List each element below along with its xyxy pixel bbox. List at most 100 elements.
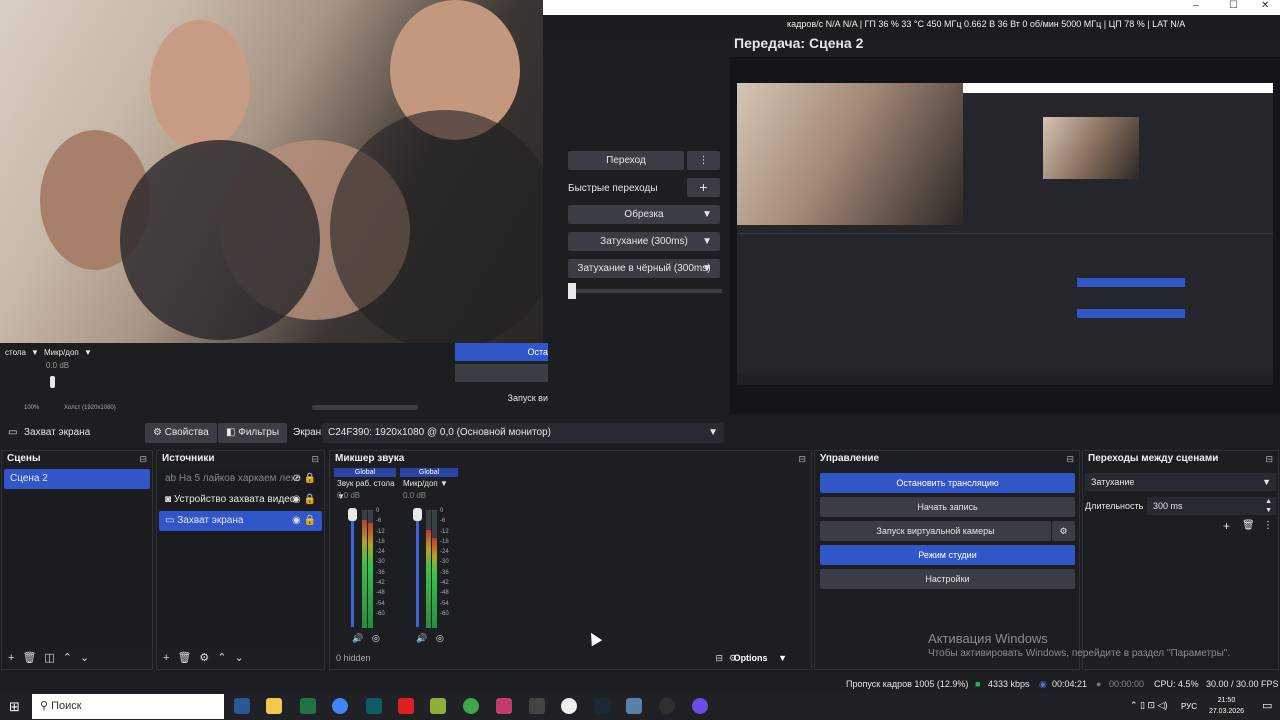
- filter-icon[interactable]: ◫: [44, 652, 54, 664]
- eye-hidden-icon[interactable]: ⊘ 🔒: [292, 469, 316, 489]
- speaker-icon[interactable]: 🔊: [416, 633, 427, 644]
- yandex-browser-icon[interactable]: [561, 698, 577, 714]
- tray-icons[interactable]: ⌃ ▯ ⊡ ◁): [1130, 700, 1167, 711]
- app-icon[interactable]: [430, 698, 446, 714]
- start-record-button[interactable]: Начать запись: [820, 497, 1075, 517]
- clock[interactable]: 21:50 27.03.2026: [1209, 695, 1244, 717]
- folder-icon[interactable]: [266, 698, 282, 714]
- gear-icon[interactable]: ⚙: [199, 652, 209, 664]
- app-icon[interactable]: [626, 698, 642, 714]
- add-icon[interactable]: +: [163, 652, 169, 664]
- broadcast-icon: ◉: [1039, 679, 1047, 689]
- arrow-up-icon[interactable]: ⌃: [217, 652, 226, 664]
- scale-tick: -42: [376, 580, 385, 587]
- chevron-down-icon: ▼: [440, 479, 448, 488]
- mini-fader[interactable]: [50, 376, 55, 388]
- notifications-icon[interactable]: ▭: [1262, 699, 1272, 712]
- volume-fader-knob[interactable]: [413, 508, 422, 521]
- add-icon[interactable]: +: [8, 652, 14, 664]
- filters-button[interactable]: ◧ Фильтры: [218, 423, 288, 443]
- windows-start-icon[interactable]: ⊞: [9, 699, 20, 715]
- source-item[interactable]: ◙ Устройство захвата видео ◉ 🔒: [159, 490, 322, 510]
- app-icon[interactable]: [496, 698, 512, 714]
- chevron-down-icon[interactable]: ▼: [31, 348, 39, 357]
- volume-fader[interactable]: [351, 514, 354, 627]
- scrollbar[interactable]: [312, 405, 418, 410]
- maximize-button[interactable]: ☐: [1229, 0, 1238, 11]
- volume-fader-knob[interactable]: [348, 508, 357, 521]
- headphones-icon[interactable]: ◎: [436, 633, 444, 644]
- mini-mixer-panel: стола ▼ Микр/доп ▼ 0.0 dB 100% Холст (19…: [0, 343, 550, 415]
- properties-button[interactable]: ⚙ Свойства: [145, 423, 217, 443]
- chrome-icon[interactable]: [332, 698, 348, 714]
- gear-icon[interactable]: ⚙: [1052, 521, 1075, 541]
- settings-icon[interactable]: [529, 698, 545, 714]
- obs-icon[interactable]: [659, 698, 675, 714]
- headphones-icon[interactable]: ◎: [372, 633, 380, 644]
- trash-icon[interactable]: 🗑: [177, 652, 191, 664]
- yandex-icon[interactable]: [398, 698, 414, 714]
- settings-button[interactable]: Настройки: [820, 569, 1075, 589]
- transition-slider[interactable]: [568, 289, 722, 293]
- volume-fader[interactable]: [416, 514, 419, 627]
- channel-name[interactable]: Звук раб. стола ▼: [334, 477, 396, 501]
- channel-name[interactable]: Микр/доп ▼: [400, 477, 458, 490]
- arrow-down-icon[interactable]: ⌄: [80, 652, 89, 664]
- more-menu-icon[interactable]: ⋮: [687, 151, 720, 170]
- duration-input[interactable]: 300 ms ▲ ▼: [1147, 497, 1276, 515]
- nested-stop-button: [1077, 278, 1185, 287]
- options-label: Options: [733, 653, 768, 663]
- fade-black-button[interactable]: Затухание в чёрный (300ms) ▼: [568, 259, 720, 278]
- stop-stream-button-mini[interactable]: Оста: [455, 343, 550, 361]
- sources-list: ab На 5 лайков харкаем лехе ⊘ 🔒 ◙ Устрой…: [157, 468, 324, 647]
- add-icon[interactable]: +: [1223, 519, 1230, 533]
- screen-select[interactable]: C24F390: 1920x1080 @ 0,0 (Основной монит…: [322, 423, 724, 443]
- arrow-up-icon[interactable]: ⌃: [63, 652, 72, 664]
- steam-icon[interactable]: [594, 698, 610, 714]
- cut-button-label: Обрезка: [624, 209, 664, 220]
- dock-menu-icon[interactable]: ⊟: [1265, 451, 1273, 467]
- transition-slider-handle[interactable]: [568, 283, 576, 299]
- options-button[interactable]: Options ▼: [734, 647, 795, 669]
- edge-icon[interactable]: [366, 698, 382, 714]
- studio-mode-button[interactable]: Режим студии: [820, 545, 1075, 565]
- virtual-cam-button[interactable]: Запуск виртуальной камеры: [820, 521, 1051, 541]
- transition-type-select[interactable]: Затухание ▼: [1085, 473, 1276, 491]
- close-button[interactable]: ✕: [1261, 0, 1269, 11]
- spinner-icon[interactable]: ▲ ▼: [1265, 497, 1272, 515]
- more-menu-icon[interactable]: ⋮: [1263, 520, 1273, 531]
- arrow-down-icon[interactable]: ⌄: [235, 652, 244, 664]
- start-record-button-mini[interactable]: [455, 364, 550, 382]
- meter-scale: 0 -6 -12 -18 -24 -30 -36 -42 -48 -54 -60: [376, 506, 385, 619]
- eye-icon[interactable]: ◉ 🔒: [292, 511, 316, 531]
- app-icon[interactable]: [692, 698, 708, 714]
- source-item[interactable]: ab На 5 лайков харкаем лехе ⊘ 🔒: [159, 469, 322, 489]
- dock-menu-icon[interactable]: ⊟: [798, 451, 806, 467]
- speaker-icon[interactable]: 🔊: [352, 633, 363, 644]
- eye-icon[interactable]: ◉ 🔒: [292, 490, 316, 510]
- excel-icon[interactable]: [300, 698, 316, 714]
- program-preview: [730, 57, 1280, 414]
- dock-menu-icon[interactable]: ⊟: [1066, 451, 1074, 467]
- minimize-button[interactable]: –: [1193, 0, 1199, 11]
- chevron-down-icon[interactable]: ▼: [84, 348, 92, 357]
- source-item-selected[interactable]: ▭ Захват экрана ◉ 🔒: [159, 511, 322, 531]
- layout-icon[interactable]: ⊟: [715, 647, 723, 669]
- trash-icon[interactable]: 🗑: [22, 652, 36, 664]
- dock-menu-icon[interactable]: ⊟: [311, 451, 319, 467]
- fade-button[interactable]: Затухание (300ms) ▼: [568, 232, 720, 251]
- app-icon[interactable]: [463, 698, 479, 714]
- virtual-cam-button-mini[interactable]: Запуск ви: [455, 389, 550, 407]
- scale-tick: -54: [376, 600, 385, 607]
- stop-stream-button[interactable]: Остановить трансляцию: [820, 473, 1075, 493]
- nested-webcam: [737, 83, 963, 225]
- taskbar-search[interactable]: ⚲ Поиск: [32, 694, 224, 719]
- cut-button[interactable]: Обрезка ▼: [568, 205, 720, 224]
- dock-menu-icon[interactable]: ⊟: [139, 451, 147, 467]
- word-icon[interactable]: [234, 698, 250, 714]
- scene-item[interactable]: Сцена 2: [4, 469, 150, 489]
- language-indicator[interactable]: РУС: [1181, 693, 1197, 720]
- transition-button[interactable]: Переход: [568, 151, 684, 170]
- trash-icon[interactable]: 🗑: [1242, 520, 1255, 531]
- add-icon[interactable]: +: [687, 178, 720, 197]
